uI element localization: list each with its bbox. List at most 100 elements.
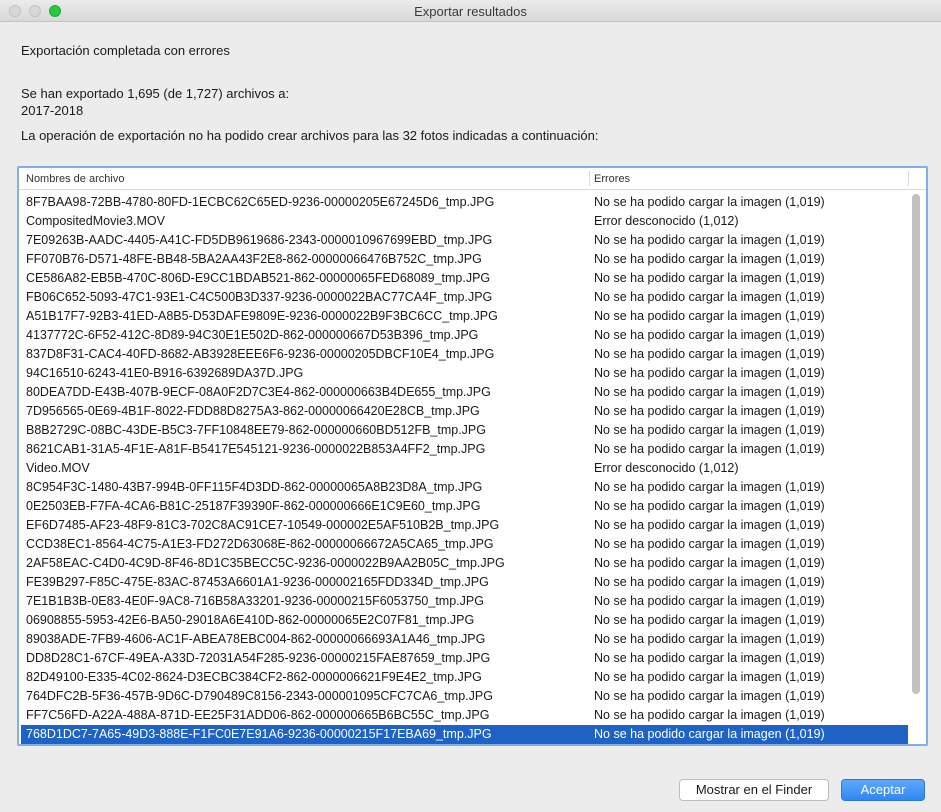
file-name-cell: 82D49100-E335-4C02-8624-D3ECBC384CF2-862…: [26, 670, 482, 684]
error-cell: No se ha podido cargar la imagen (1,019): [594, 404, 825, 418]
table-row[interactable]: A51B17F7-92B3-41ED-A8B5-D53DAFE9809E-923…: [21, 307, 908, 326]
table-row[interactable]: 89038ADE-7FB9-4606-AC1F-ABEA78EBC004-862…: [21, 630, 908, 649]
table-row[interactable]: 764DFC2B-5F36-457B-9D6C-D790489C8156-234…: [21, 687, 908, 706]
file-name-cell: 2AF58EAC-C4D0-4C9D-8F46-8D1C35BECC5C-923…: [26, 556, 505, 570]
table-row[interactable]: EF6D7485-AF23-48F9-81C3-702C8AC91CE7-105…: [21, 516, 908, 535]
file-name-cell: 768D1DC7-7A65-49D3-888E-F1FC0E7E91A6-923…: [26, 727, 492, 741]
error-cell: No se ha podido cargar la imagen (1,019): [594, 480, 825, 494]
accept-button[interactable]: Aceptar: [841, 779, 925, 801]
error-cell: No se ha podido cargar la imagen (1,019): [594, 651, 825, 665]
table-row[interactable]: 8C954F3C-1480-43B7-994B-0FF115F4D3DD-862…: [21, 478, 908, 497]
destination-folder: 2017-2018: [21, 103, 84, 118]
error-cell: No se ha podido cargar la imagen (1,019): [594, 537, 825, 551]
error-cell: No se ha podido cargar la imagen (1,019): [594, 575, 825, 589]
file-name-cell: 94C16510-6243-41E0-B916-6392689DA37D.JPG: [26, 366, 304, 380]
table-row[interactable]: 7E1B1B3B-0E83-4E0F-9AC8-716B58A33201-923…: [21, 592, 908, 611]
table-row[interactable]: 7E09263B-AADC-4405-A41C-FD5DB9619686-234…: [21, 231, 908, 250]
table-row[interactable]: 8621CAB1-31A5-4F1E-A81F-B5417E545121-923…: [21, 440, 908, 459]
error-cell: No se ha podido cargar la imagen (1,019): [594, 290, 825, 304]
error-cell: No se ha podido cargar la imagen (1,019): [594, 233, 825, 247]
file-name-cell: B8B2729C-08BC-43DE-B5C3-7FF10848EE79-862…: [26, 423, 486, 437]
file-name-cell: 80DEA7DD-E43B-407B-9ECF-08A0F2D7C3E4-862…: [26, 385, 491, 399]
window-title: Exportar resultados: [414, 4, 527, 19]
table-row[interactable]: Video.MOV Error desconocido (1,012): [21, 459, 908, 478]
error-cell: No se ha podido cargar la imagen (1,019): [594, 271, 825, 285]
table-row[interactable]: FF070B76-D571-48FE-BB48-5BA2AA43F2E8-862…: [21, 250, 908, 269]
file-name-cell: 764DFC2B-5F36-457B-9D6C-D790489C8156-234…: [26, 689, 493, 703]
error-cell: Error desconocido (1,012): [594, 214, 739, 228]
table-row[interactable]: FB06C652-5093-47C1-93E1-C4C500B3D337-923…: [21, 288, 908, 307]
error-cell: No se ha podido cargar la imagen (1,019): [594, 195, 825, 209]
file-name-cell: FF7C56FD-A22A-488A-871D-EE25F31ADD06-862…: [26, 708, 490, 722]
file-name-cell: CCD38EC1-8564-4C75-A1E3-FD272D63068E-862…: [26, 537, 494, 551]
table-row[interactable]: CCD38EC1-8564-4C75-A1E3-FD272D63068E-862…: [21, 535, 908, 554]
error-cell: No se ha podido cargar la imagen (1,019): [594, 670, 825, 684]
error-cell: No se ha podido cargar la imagen (1,019): [594, 613, 825, 627]
error-cell: No se ha podido cargar la imagen (1,019): [594, 708, 825, 722]
file-name-cell: EF6D7485-AF23-48F9-81C3-702C8AC91CE7-105…: [26, 518, 500, 532]
error-cell: No se ha podido cargar la imagen (1,019): [594, 442, 825, 456]
error-cell: No se ha podido cargar la imagen (1,019): [594, 423, 825, 437]
table-row[interactable]: 768D1DC7-7A65-49D3-888E-F1FC0E7E91A6-923…: [21, 725, 908, 744]
table-row[interactable]: FF7C56FD-A22A-488A-871D-EE25F31ADD06-862…: [21, 706, 908, 725]
error-cell: No se ha podido cargar la imagen (1,019): [594, 366, 825, 380]
file-name-cell: 8621CAB1-31A5-4F1E-A81F-B5417E545121-923…: [26, 442, 486, 456]
error-cell: No se ha podido cargar la imagen (1,019): [594, 632, 825, 646]
table-row[interactable]: CompositedMovie3.MOV Error desconocido (1…: [21, 212, 908, 231]
file-name-cell: A51B17F7-92B3-41ED-A8B5-D53DAFE9809E-923…: [26, 309, 498, 323]
file-name-cell: FB06C652-5093-47C1-93E1-C4C500B3D337-923…: [26, 290, 493, 304]
error-cell: No se ha podido cargar la imagen (1,019): [594, 556, 825, 570]
file-name-cell: 837D8F31-CAC4-40FD-8682-AB3928EEE6F6-923…: [26, 347, 495, 361]
file-name-cell: 7D956565-0E69-4B1F-8022-FDD88D8275A3-862…: [26, 404, 480, 418]
table-header: Nombres de archivo Errores: [19, 168, 926, 190]
file-name-cell: 7E1B1B3B-0E83-4E0F-9AC8-716B58A33201-923…: [26, 594, 484, 608]
table-body: 8F7BAA98-72BB-4780-80FD-1ECBC62C65ED-923…: [21, 193, 908, 744]
table-row[interactable]: 06908855-5953-42E6-BA50-29018A6E410D-862…: [21, 611, 908, 630]
file-name-cell: DD8D28C1-67CF-49EA-A33D-72031A54F285-923…: [26, 651, 491, 665]
error-cell: Error desconocido (1,012): [594, 461, 739, 475]
file-name-cell: FE39B297-F85C-475E-83AC-87453A6601A1-923…: [26, 575, 489, 589]
show-in-finder-button[interactable]: Mostrar en el Finder: [679, 779, 829, 801]
table-row[interactable]: 94C16510-6243-41E0-B916-6392689DA37D.JPG…: [21, 364, 908, 383]
table-row[interactable]: 0E2503EB-F7FA-4CA6-B81C-25187F39390F-862…: [21, 497, 908, 516]
vertical-scrollbar[interactable]: [912, 194, 920, 694]
column-separator[interactable]: [589, 171, 590, 186]
error-cell: No se ha podido cargar la imagen (1,019): [594, 518, 825, 532]
file-name-cell: 06908855-5953-42E6-BA50-29018A6E410D-862…: [26, 613, 475, 627]
file-name-cell: CompositedMovie3.MOV: [26, 214, 165, 228]
error-cell: No se ha podido cargar la imagen (1,019): [594, 328, 825, 342]
table-row[interactable]: 4137772C-6F52-412C-8D89-94C30E1E502D-862…: [21, 326, 908, 345]
file-name-cell: Video.MOV: [26, 461, 90, 475]
table-row[interactable]: 2AF58EAC-C4D0-4C9D-8F46-8D1C35BECC5C-923…: [21, 554, 908, 573]
title-bar: Exportar resultados: [0, 0, 941, 22]
table-row[interactable]: 82D49100-E335-4C02-8624-D3ECBC384CF2-862…: [21, 668, 908, 687]
column-header-filenames[interactable]: Nombres de archivo: [26, 173, 124, 185]
table-row[interactable]: 837D8F31-CAC4-40FD-8682-AB3928EEE6F6-923…: [21, 345, 908, 364]
table-row[interactable]: 7D956565-0E69-4B1F-8022-FDD88D8275A3-862…: [21, 402, 908, 421]
file-name-cell: 4137772C-6F52-412C-8D89-94C30E1E502D-862…: [26, 328, 479, 342]
status-text: Exportación completada con errores: [21, 43, 230, 58]
table-row[interactable]: CE586A82-EB5B-470C-806D-E9CC1BDAB521-862…: [21, 269, 908, 288]
failure-message: La operación de exportación no ha podido…: [21, 128, 599, 143]
file-name-cell: CE586A82-EB5B-470C-806D-E9CC1BDAB521-862…: [26, 271, 491, 285]
file-name-cell: 7E09263B-AADC-4405-A41C-FD5DB9619686-234…: [26, 233, 493, 247]
table-row[interactable]: FE39B297-F85C-475E-83AC-87453A6601A1-923…: [21, 573, 908, 592]
table-row[interactable]: 80DEA7DD-E43B-407B-9ECF-08A0F2D7C3E4-862…: [21, 383, 908, 402]
error-cell: No se ha podido cargar la imagen (1,019): [594, 309, 825, 323]
error-cell: No se ha podido cargar la imagen (1,019): [594, 252, 825, 266]
error-cell: No se ha podido cargar la imagen (1,019): [594, 347, 825, 361]
error-cell: No se ha podido cargar la imagen (1,019): [594, 727, 825, 741]
error-cell: No se ha podido cargar la imagen (1,019): [594, 689, 825, 703]
table-row[interactable]: DD8D28C1-67CF-49EA-A33D-72031A54F285-923…: [21, 649, 908, 668]
error-cell: No se ha podido cargar la imagen (1,019): [594, 499, 825, 513]
column-separator[interactable]: [908, 171, 909, 186]
file-name-cell: 8C954F3C-1480-43B7-994B-0FF115F4D3DD-862…: [26, 480, 483, 494]
column-header-errors[interactable]: Errores: [594, 173, 630, 185]
file-name-cell: 8F7BAA98-72BB-4780-80FD-1ECBC62C65ED-923…: [26, 195, 495, 209]
exported-summary: Se han exportado 1,695 (de 1,727) archiv…: [21, 86, 290, 101]
file-name-cell: 89038ADE-7FB9-4606-AC1F-ABEA78EBC004-862…: [26, 632, 486, 646]
table-row[interactable]: 8F7BAA98-72BB-4780-80FD-1ECBC62C65ED-923…: [21, 193, 908, 212]
table-row[interactable]: B8B2729C-08BC-43DE-B5C3-7FF10848EE79-862…: [21, 421, 908, 440]
error-cell: No se ha podido cargar la imagen (1,019): [594, 385, 825, 399]
failed-files-table[interactable]: Nombres de archivo Errores 8F7BAA98-72BB…: [17, 166, 928, 746]
